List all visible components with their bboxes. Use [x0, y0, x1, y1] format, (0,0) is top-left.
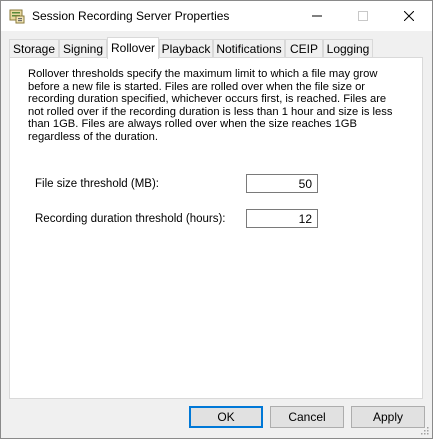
maximize-button[interactable]: [340, 1, 386, 31]
tab-rollover[interactable]: Rollover: [107, 37, 159, 59]
properties-window: Session Recording Server Properties Stor…: [0, 0, 433, 439]
close-button[interactable]: [386, 1, 432, 31]
rollover-description: Rollover thresholds specify the maximum …: [28, 68, 393, 143]
file-size-label: File size threshold (MB):: [35, 178, 159, 190]
server-properties-icon: [9, 9, 25, 24]
resize-grip-icon[interactable]: [419, 425, 429, 435]
maximize-icon: [358, 11, 368, 21]
close-icon: [404, 11, 414, 21]
tab-ceip[interactable]: CEIP: [285, 39, 323, 57]
title-bar[interactable]: Session Recording Server Properties: [1, 1, 432, 31]
file-size-threshold-input[interactable]: [246, 174, 318, 193]
tab-playback[interactable]: Playback: [159, 39, 213, 57]
minimize-icon: [312, 15, 322, 17]
duration-threshold-input[interactable]: [246, 209, 318, 228]
minimize-button[interactable]: [294, 1, 340, 31]
tab-logging[interactable]: Logging: [323, 39, 373, 57]
tab-signing[interactable]: Signing: [59, 39, 107, 57]
window-title: Session Recording Server Properties: [32, 9, 230, 23]
tab-storage[interactable]: Storage: [9, 39, 59, 57]
rollover-panel: Rollover thresholds specify the maximum …: [9, 57, 423, 399]
ok-button[interactable]: OK: [189, 406, 263, 428]
tab-strip: Storage Signing Rollover Playback Notifi…: [9, 37, 423, 59]
cancel-button[interactable]: Cancel: [270, 406, 344, 428]
tab-notifications[interactable]: Notifications: [213, 39, 285, 57]
duration-label: Recording duration threshold (hours):: [35, 213, 226, 225]
apply-button[interactable]: Apply: [351, 406, 425, 428]
